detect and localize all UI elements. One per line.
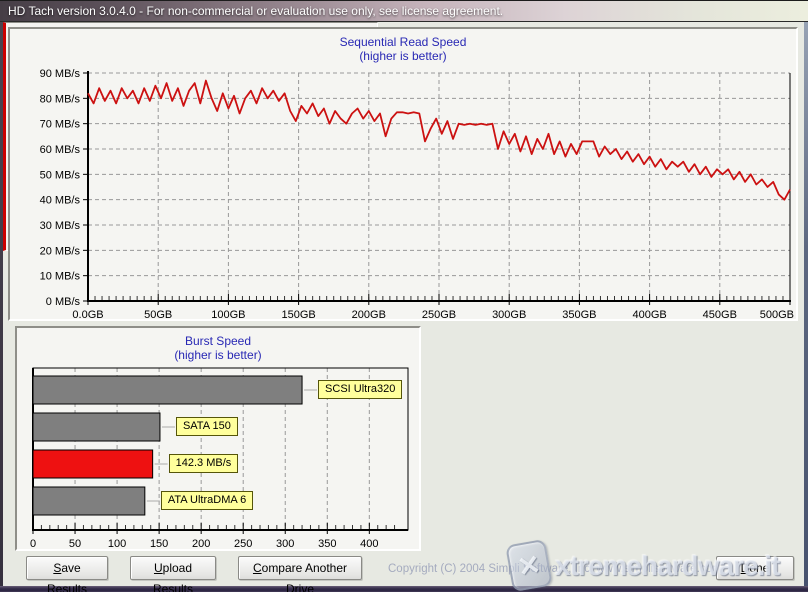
svg-text:50: 50 [69,538,81,549]
svg-text:70 MB/s: 70 MB/s [40,119,81,131]
svg-text:500GB: 500GB [760,309,794,319]
svg-text:450GB: 450GB [703,309,737,319]
svg-text:10 MB/s: 10 MB/s [40,271,81,283]
copyright-text: Copyright (C) 2004 Simpli Software, Inc.… [388,563,718,575]
svg-text:150GB: 150GB [281,309,315,319]
svg-text:400: 400 [360,538,378,549]
svg-text:80 MB/s: 80 MB/s [40,93,81,105]
svg-text:200: 200 [192,538,210,549]
svg-text:200GB: 200GB [352,309,386,319]
done-mnemonic: D [741,561,750,575]
svg-text:0: 0 [30,538,36,549]
burst-speed-plot: 0 50 100 150 200 250 300 350 400 [17,328,419,549]
upload-mnemonic: U [154,561,163,575]
svg-text:40 MB/s: 40 MB/s [40,195,81,207]
done-label: one [749,561,769,575]
svg-text:150: 150 [150,538,168,549]
svg-text:60 MB/s: 60 MB/s [40,144,81,156]
svg-text:0.0GB: 0.0GB [72,309,103,319]
client-area: Sequential Read Speed (higher is better)… [3,22,804,586]
svg-text:100GB: 100GB [211,309,245,319]
svg-text:30 MB/s: 30 MB/s [40,220,81,232]
svg-text:300GB: 300GB [492,309,526,319]
svg-text:50 MB/s: 50 MB/s [40,169,81,181]
burst-bar-label: SATA 150 [176,417,238,436]
hd-tach-window: HD Tach version 3.0.4.0 - For non-commer… [0,0,808,592]
window-border-bottom [0,586,808,592]
svg-text:100: 100 [108,538,126,549]
svg-text:350: 350 [318,538,336,549]
sequential-read-panel: Sequential Read Speed (higher is better)… [8,27,798,321]
svg-text:90 MB/s: 90 MB/s [40,68,81,80]
svg-text:50GB: 50GB [144,309,172,319]
window-border-right [804,22,808,586]
compare-another-drive-button[interactable]: Compare Another Drive [238,556,362,580]
burst-bar-label: SCSI Ultra320 [318,380,402,399]
upload-results-button[interactable]: Upload Results [130,556,216,580]
window-titlebar[interactable]: HD Tach version 3.0.4.0 - For non-commer… [0,0,808,22]
svg-text:350GB: 350GB [562,309,596,319]
window-title: HD Tach version 3.0.4.0 - For non-commer… [8,4,503,18]
burst-bar-label: 142.3 MB/s [169,454,239,473]
burst-bar-label: ATA UltraDMA 6 [161,491,253,510]
done-button[interactable]: Done [716,556,794,580]
sequential-read-plot: 0 MB/s 10 MB/s 20 MB/s 30 MB/s 40 MB/s 50 MB/… [10,29,796,319]
svg-text:300: 300 [276,538,294,549]
svg-text:0 MB/s: 0 MB/s [46,296,81,308]
svg-text:20 MB/s: 20 MB/s [40,245,81,257]
svg-text:250: 250 [234,538,252,549]
compare-mnemonic: C [253,561,262,575]
burst-speed-panel: Burst Speed (higher is better) 050100150… [15,326,421,551]
svg-text:250GB: 250GB [422,309,456,319]
save-results-button[interactable]: Save Results [26,556,108,580]
svg-text:400GB: 400GB [632,309,666,319]
